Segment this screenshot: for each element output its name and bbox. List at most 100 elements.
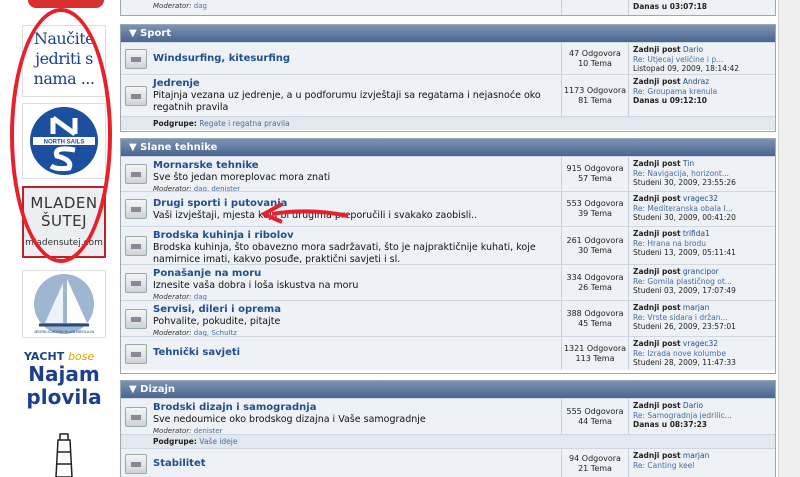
last-post: Danas u 03:07:18 xyxy=(633,2,708,11)
forum-title-link[interactable]: Windsurfing, kitesurfing xyxy=(153,53,553,65)
forum-status-icon xyxy=(125,48,147,69)
ad-mladen-url: mladensutej.com xyxy=(25,238,103,248)
forum-description: Brodska kuhinja, što obavezno mora sadrž… xyxy=(153,242,536,265)
last-post: Zadnji post trifida1 Re: Hrana na brodu St… xyxy=(633,229,773,258)
forum-status-icon xyxy=(125,85,147,106)
forum-status-icon xyxy=(125,199,147,219)
forum-title-link[interactable]: Drugi sporti i putovanja xyxy=(153,198,553,210)
last-post-user-link[interactable]: trifida1 xyxy=(683,229,710,238)
section-title: Dizajn xyxy=(140,384,176,395)
section-title: Slane tehnike xyxy=(140,142,218,153)
forum-stats: 915 Odgovora 57 Tema xyxy=(561,157,629,191)
ad-jedrilicarski-klub[interactable]: JEDRILIČARSKI KLUB MEDULIN xyxy=(22,270,106,338)
ad-naucite-jedriti[interactable]: Naučite jedriti s nama ... xyxy=(22,25,106,97)
last-post-user-link[interactable]: marjan xyxy=(683,303,709,312)
last-post-user-link[interactable]: Tin xyxy=(683,159,694,168)
forum-title-link[interactable]: Tehnički savjeti xyxy=(153,347,553,359)
club-logo-icon: JEDRILIČARSKI KLUB MEDULIN xyxy=(34,274,95,334)
last-post-topic-link[interactable]: Re: Hrana na brodu xyxy=(633,239,773,249)
last-post: Zadnji post vragec32 Re: Izrada nove kolu… xyxy=(633,339,773,368)
top-banner-fragment xyxy=(28,0,104,8)
table-row[interactable]: Ponašanje na moru Iznesite vaša dobra i l… xyxy=(121,264,775,301)
ad-mladen-sutej[interactable]: MLADEN ŠUTEJ mladensutej.com xyxy=(22,186,106,258)
last-post-user-link[interactable]: grancipor xyxy=(683,267,719,276)
forum-info: Stabilitet xyxy=(153,458,553,470)
last-post: Zadnji post marjan Re: Vrste sidara i drž… xyxy=(633,303,773,332)
table-row[interactable]: Moderator: dag Danas u 03:07:18 xyxy=(121,0,775,15)
forum-stats: 555 Odgovora 44 Tema xyxy=(561,399,629,434)
forum-description: Iznesite vaša dobra i loša iskustva na m… xyxy=(153,280,359,291)
moderator-line: Moderator: denister xyxy=(153,427,223,435)
last-post-topic-link[interactable]: Re: Utjecaj veličine i p... xyxy=(633,55,773,65)
section-header[interactable]: ▼ Dizajn xyxy=(121,381,775,398)
forum-description: Pohvalite, pokudite, pitajte xyxy=(153,316,281,327)
club-logo-text: JEDRILIČARSKI KLUB MEDULIN xyxy=(34,329,95,334)
forum-stats: 47 Odgovora 10 Tema xyxy=(561,43,629,74)
table-row[interactable]: Servisi, dileri i oprema Pohvalite, pokud… xyxy=(121,300,775,337)
last-post: Zadnji post Dario Re: Utjecaj veličine i … xyxy=(633,45,773,74)
forum-title-link[interactable]: Mornarske tehnike xyxy=(153,160,553,172)
north-sails-text: NORTH SAILS xyxy=(44,140,85,146)
forum-title-link[interactable]: Brodska kuhinja i ribolov xyxy=(153,230,553,242)
last-post: Zadnji post vragec32 Re: Mediteranska oba… xyxy=(633,194,773,223)
last-post-topic-link[interactable]: Re: Mediteranska obala I... xyxy=(633,204,773,214)
forum-stats: 261 Odgovora 30 Tema xyxy=(561,227,629,264)
ad-north-sails[interactable]: NORTH SAILS xyxy=(22,103,106,179)
north-sails-logo-icon: NORTH SAILS xyxy=(30,107,98,175)
last-post-topic-link[interactable]: Re: Samogradnja jedrilic... xyxy=(633,411,773,421)
forum-info: Windsurfing, kitesurfing xyxy=(153,53,553,65)
forum-description: Pitajnja vezana uz jedrenje, a u podforu… xyxy=(153,90,541,113)
last-post-user-link[interactable]: vragec32 xyxy=(683,339,718,348)
section-title: Sport xyxy=(140,28,172,39)
ad-jedriti-text: Naučite jedriti s nama ... xyxy=(33,29,95,88)
last-post-topic-link[interactable]: Re: Canting keel xyxy=(633,461,773,471)
forum-status-icon xyxy=(125,453,147,474)
forum-stats: 388 Odgovora 45 Tema xyxy=(561,301,629,336)
last-post-user-link[interactable]: vragec32 xyxy=(683,194,718,203)
forum-info: Tehnički savjeti xyxy=(153,347,553,359)
forum-title-link[interactable]: Ponašanje na moru xyxy=(153,268,553,280)
ad-yacht-bose[interactable]: YACHT bose Najam plovila xyxy=(22,350,106,420)
last-post-topic-link[interactable]: Re: Groupama krenula xyxy=(633,87,773,97)
section-slane-tehnike: ▼ Slane tehnike Mornarske tehnike Sve što… xyxy=(120,138,776,374)
section-sport: ▼ Sport Windsurfing, kitesurfing 47 Odgo… xyxy=(120,24,776,132)
last-post-topic-link[interactable]: Re: Navigacija, horizont... xyxy=(633,169,773,179)
table-row[interactable]: Brodska kuhinja i ribolov Brodska kuhinja… xyxy=(121,226,775,265)
table-row[interactable]: Mornarske tehnike Sve što jedan moreplova… xyxy=(121,156,775,193)
last-post-user-link[interactable]: Andraz xyxy=(683,77,709,86)
last-post: Zadnji post Andraz Re: Groupama krenula Da… xyxy=(633,77,773,106)
table-row[interactable]: Stabilitet 94 Odgovora 21 Tema Zadnji pos… xyxy=(121,448,775,477)
forum-title-link[interactable]: Servisi, dileri i oprema xyxy=(153,304,553,316)
subforums-row: Podgrupe: Regate i regatna pravila xyxy=(121,116,775,130)
yacht-plovila: plovila xyxy=(26,385,102,409)
table-row[interactable]: Drugi sporti i putovanja Vaši izvještaji,… xyxy=(121,191,775,226)
section-header[interactable]: ▼ Slane tehnike xyxy=(121,139,775,156)
previous-section-fragment: Moderator: dag Danas u 03:07:18 xyxy=(120,0,776,16)
forum-title-link[interactable]: Jedrenje xyxy=(153,78,553,90)
section-header[interactable]: ▼ Sport xyxy=(121,25,775,42)
table-row[interactable]: Tehnički savjeti 1321 Odgovora 113 Tema Z… xyxy=(121,336,775,370)
forum-title-link[interactable]: Brodski dizajn i samogradnja xyxy=(153,402,553,414)
ad-lighthouse[interactable] xyxy=(22,430,106,477)
last-post-topic-link[interactable]: Re: Izrada nove kolumbe xyxy=(633,349,773,359)
last-post-user-link[interactable]: Dario xyxy=(683,401,703,410)
table-row[interactable]: Jedrenje Pitajnja vezana uz jedrenje, a u… xyxy=(121,74,775,116)
forum-info: Jedrenje Pitajnja vezana uz jedrenje, a u… xyxy=(153,78,553,114)
last-post-topic-link[interactable]: Re: Gomila plastičnog ot... xyxy=(633,277,773,287)
table-row[interactable]: Windsurfing, kitesurfing 47 Odgovora 10 T… xyxy=(121,42,775,74)
subforum-link[interactable]: Vaše ideje xyxy=(199,437,237,446)
forum-description: Sve što jedan moreplovac mora znati xyxy=(153,172,331,183)
forum-title-link[interactable]: Stabilitet xyxy=(153,458,553,470)
forum-status-icon xyxy=(125,272,147,293)
last-post-user-link[interactable]: Dario xyxy=(683,45,703,54)
forum-stats: 1321 Odgovora 113 Tema xyxy=(561,337,629,370)
subforum-link[interactable]: Regate i regatna pravila xyxy=(199,119,289,128)
yacht-najam: Najam xyxy=(28,362,100,386)
last-post: Zadnji post Tin Re: Navigacija, horizont.… xyxy=(633,159,773,188)
forum-stats: 334 Odgovora 26 Tema xyxy=(561,265,629,300)
last-post-topic-link[interactable]: Re: Vrste sidara i držan... xyxy=(633,313,773,323)
vertical-scrollbar[interactable] xyxy=(778,0,800,477)
forum-status-icon xyxy=(125,235,147,256)
last-post-user-link[interactable]: marjan xyxy=(683,451,709,460)
table-row[interactable]: Brodski dizajn i samogradnja Sve nedoumic… xyxy=(121,398,775,435)
